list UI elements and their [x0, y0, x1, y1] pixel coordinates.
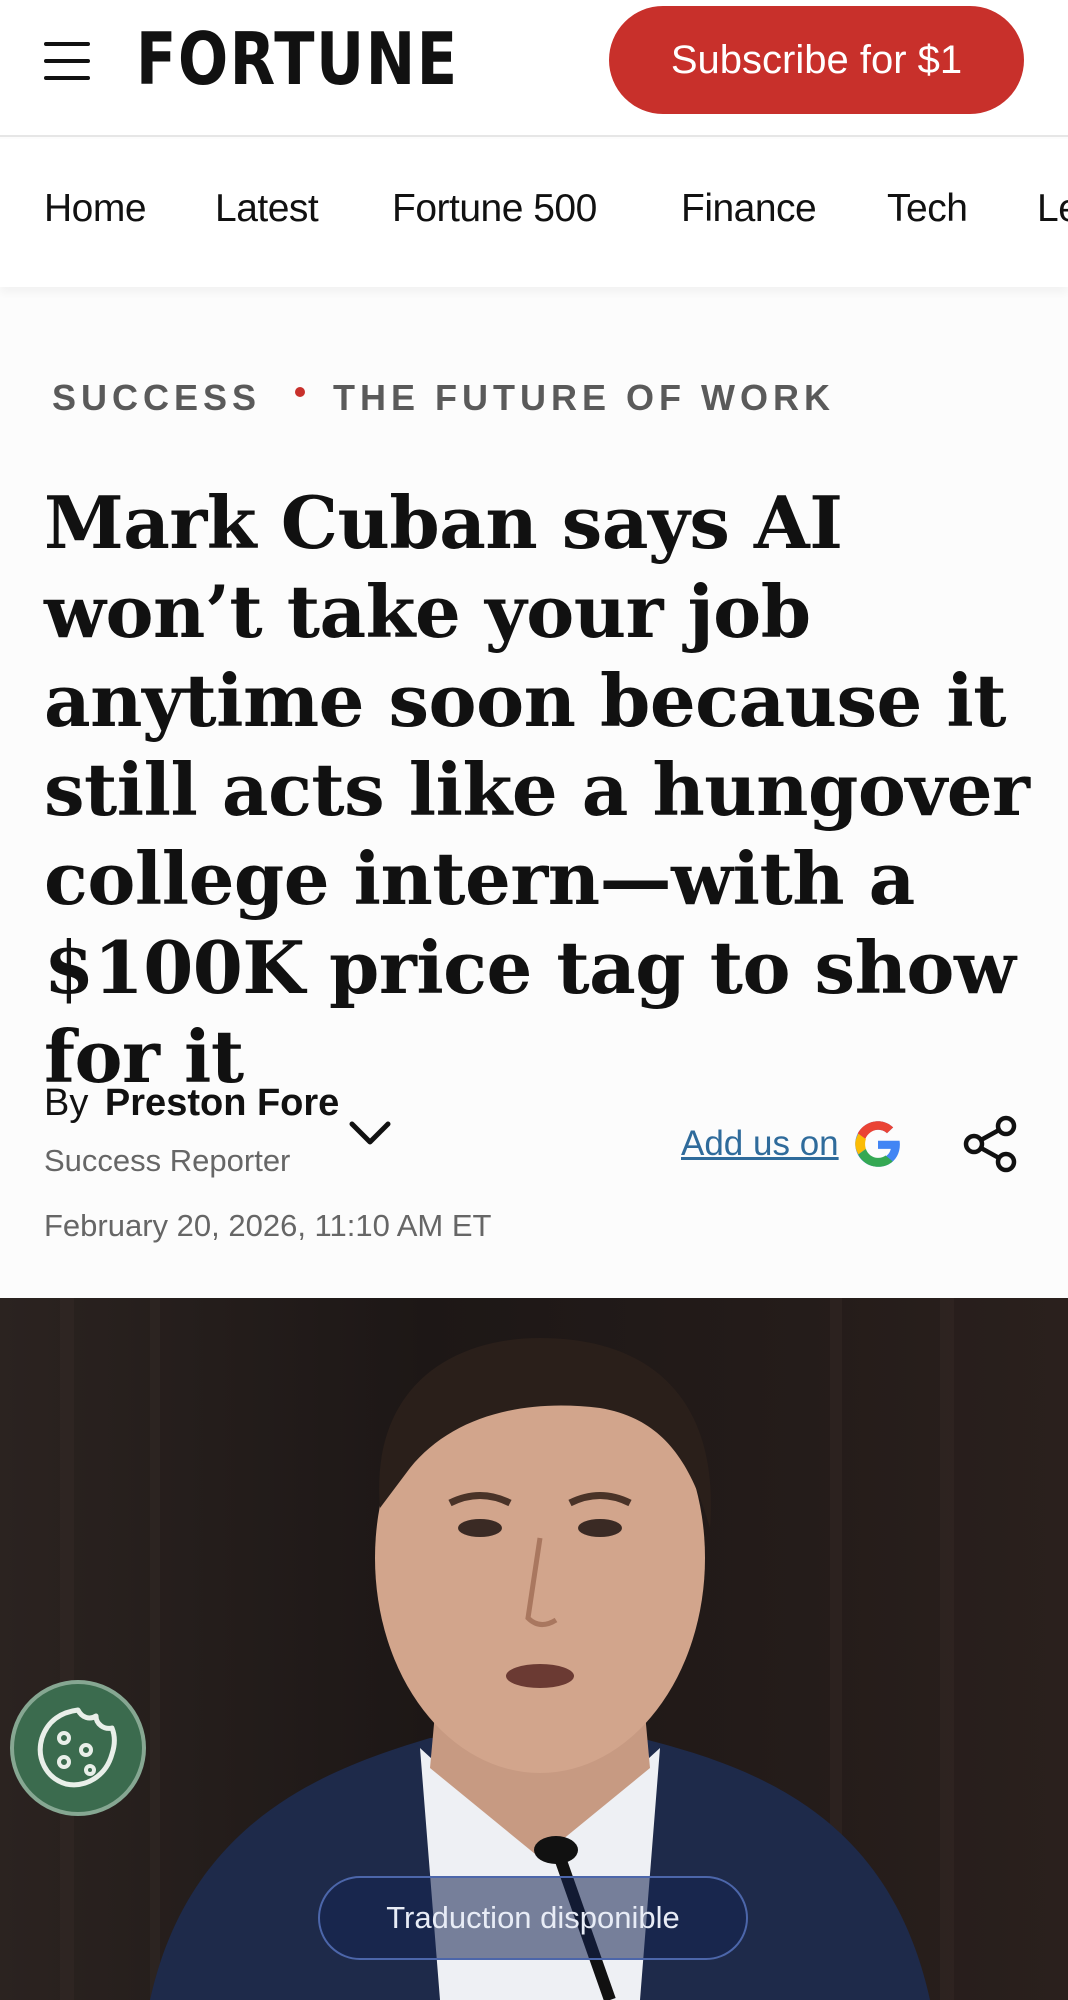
subscribe-button[interactable]: Subscribe for $1 — [609, 6, 1024, 114]
byline: By Preston Fore — [44, 1082, 339, 1125]
category-future-of-work[interactable]: THE FUTURE OF WORK — [333, 377, 835, 419]
nav-item-more[interactable]: Le — [1037, 187, 1068, 231]
cookie-settings-button[interactable] — [10, 1680, 146, 1816]
add-us-on-google-link[interactable]: Add us on — [681, 1124, 839, 1164]
share-icon[interactable] — [960, 1112, 1024, 1176]
google-icon[interactable] — [852, 1118, 904, 1170]
cookie-icon — [37, 1707, 117, 1788]
nav-item-latest[interactable]: Latest — [215, 187, 319, 231]
article-headline: Mark Cuban says AI won’t take your job a… — [44, 480, 1030, 1099]
nav-item-tech[interactable]: Tech — [887, 187, 968, 231]
site-header: FORTUNE Subscribe for $1 — [0, 0, 1068, 137]
page: FORTUNE Subscribe for $1 Home Latest For… — [0, 0, 1068, 2000]
nav-item-finance[interactable]: Finance — [681, 187, 817, 231]
translation-available-button[interactable]: Traduction disponible — [318, 1876, 748, 1960]
byline-by: By — [44, 1082, 89, 1124]
chevron-down-icon[interactable] — [346, 1116, 394, 1152]
nav-item-home[interactable]: Home — [44, 187, 147, 231]
publish-date: February 20, 2026, 11:10 AM ET — [44, 1208, 492, 1243]
separator-dot — [295, 387, 306, 397]
article-categories: SUCCESS THE FUTURE OF WORK — [52, 376, 835, 420]
nav-item-fortune-500[interactable]: Fortune 500 — [392, 187, 597, 231]
fortune-logo[interactable]: FORTUNE — [136, 14, 459, 104]
hamburger-menu-icon[interactable] — [40, 34, 94, 88]
category-success[interactable]: SUCCESS — [52, 377, 261, 419]
author-name[interactable]: Preston Fore — [105, 1082, 339, 1124]
author-role: Success Reporter — [44, 1143, 291, 1178]
section-nav: Home Latest Fortune 500 Finance Tech Le — [0, 139, 1068, 287]
